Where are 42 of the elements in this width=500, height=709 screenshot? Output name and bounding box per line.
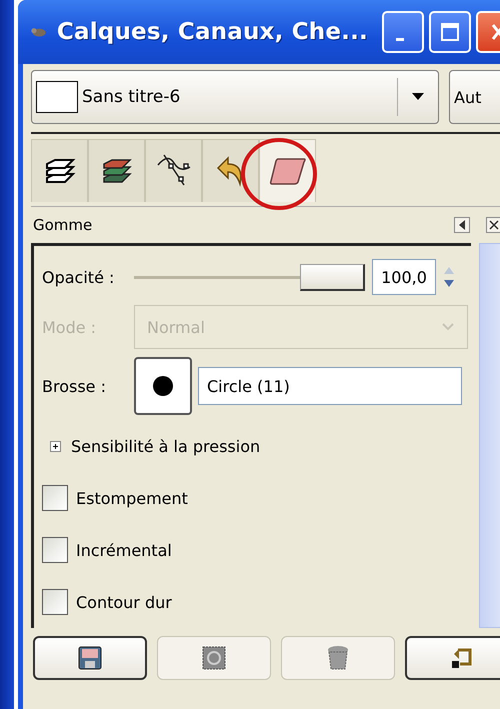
mode-label: Mode : xyxy=(42,318,98,336)
maximize-button[interactable] xyxy=(429,11,471,53)
brush-dot-icon xyxy=(152,375,174,397)
floppy-icon xyxy=(78,646,102,670)
triangle-left-icon xyxy=(458,220,466,230)
auto-button[interactable]: Aut xyxy=(449,70,500,124)
pressure-expander[interactable]: Sensibilité à la pression xyxy=(42,420,471,472)
maximize-icon xyxy=(440,22,460,42)
option-checkbox[interactable]: Estompement xyxy=(42,472,471,524)
close-panel-button[interactable] xyxy=(486,217,500,233)
opacity-label: Opacité : xyxy=(42,268,116,286)
tab[interactable] xyxy=(145,139,202,202)
plus-box-icon xyxy=(50,440,61,452)
brush-name-field[interactable]: Circle (11) xyxy=(198,367,462,405)
expander-label: Sensibilité à la pression xyxy=(71,436,260,456)
brush-button[interactable] xyxy=(134,357,192,415)
caret-icon xyxy=(412,93,424,101)
close-icon xyxy=(489,220,499,230)
option-checkbox[interactable]: Incrémental xyxy=(42,524,471,576)
panel-menu-button[interactable] xyxy=(454,217,470,233)
reset-icon xyxy=(450,646,474,670)
opacity-slider[interactable] xyxy=(134,264,362,290)
slider-thumb[interactable] xyxy=(300,264,365,291)
opacity-field[interactable]: 100,0 xyxy=(372,259,436,295)
chevron-down-icon xyxy=(441,322,455,332)
window-title: Calques, Canaux, Che... xyxy=(56,19,368,45)
trash-icon xyxy=(326,645,350,671)
eraser-icon xyxy=(268,156,308,186)
minimize-icon xyxy=(396,38,404,40)
save-button[interactable] xyxy=(33,636,147,680)
tab[interactable] xyxy=(88,139,145,202)
minimize-button[interactable] xyxy=(382,11,424,53)
reset-button[interactable] xyxy=(405,636,500,680)
tab[interactable] xyxy=(31,139,88,202)
close-icon xyxy=(490,22,500,42)
image-thumbnail xyxy=(36,81,78,113)
restore-icon xyxy=(202,646,226,670)
image-dropdown[interactable]: Sans titre-6 xyxy=(31,70,439,124)
tab[interactable] xyxy=(202,139,259,202)
brush-label: Brosse : xyxy=(42,376,107,396)
panel-title: Gomme xyxy=(33,216,94,234)
option-checkbox[interactable]: Contour dur xyxy=(42,576,471,628)
